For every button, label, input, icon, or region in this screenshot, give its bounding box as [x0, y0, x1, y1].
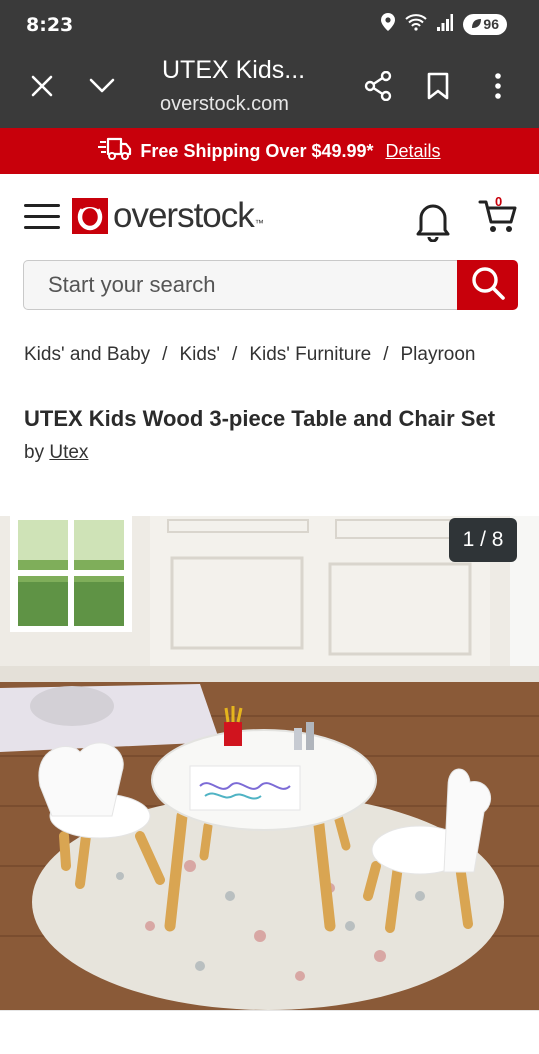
- breadcrumb-item[interactable]: Kids' and Baby: [24, 344, 150, 366]
- signal-icon: [437, 13, 454, 36]
- status-bar: 8:23 96: [0, 0, 539, 48]
- status-time: 8:23: [26, 14, 74, 36]
- breadcrumb-separator: /: [162, 344, 168, 365]
- battery-level: 96: [483, 16, 499, 32]
- breadcrumb-separator: /: [232, 344, 238, 365]
- search-button[interactable]: [457, 260, 518, 310]
- location-icon: [381, 12, 396, 36]
- battery-indicator: 96: [463, 13, 507, 35]
- content-continuation: [0, 1010, 539, 1054]
- close-icon: [31, 75, 53, 102]
- brand-prefix: by: [24, 442, 45, 463]
- product-image[interactable]: [0, 516, 539, 1010]
- truck-icon: [98, 136, 132, 167]
- logo-text: overstock: [113, 196, 255, 235]
- breadcrumb-separator: /: [383, 344, 389, 365]
- site-header: overstock ™ 0: [0, 174, 539, 254]
- breadcrumb-item[interactable]: Playroon: [401, 344, 476, 366]
- image-counter: 1 / 8: [449, 518, 517, 562]
- browser-toolbar: UTEX Kids... overstock.com: [0, 48, 539, 128]
- product-title: UTEX Kids Wood 3-piece Table and Chair S…: [24, 406, 496, 431]
- overstock-logo[interactable]: overstock ™: [72, 196, 264, 236]
- brand-link[interactable]: Utex: [49, 442, 88, 463]
- product-photo: [0, 516, 539, 1010]
- share-icon: [364, 70, 392, 106]
- search-icon: [471, 266, 505, 305]
- logo-mark-icon: [72, 198, 108, 234]
- brand-line: by Utex: [24, 442, 88, 464]
- search-bar: [23, 260, 518, 310]
- bell-icon: [414, 204, 452, 246]
- cart-icon: [478, 200, 518, 240]
- expand-button[interactable]: [80, 66, 124, 110]
- promo-text: Free Shipping Over $49.99*: [140, 140, 374, 161]
- breadcrumb-item[interactable]: Kids': [179, 344, 220, 366]
- chevron-down-icon: [89, 78, 115, 99]
- share-button[interactable]: [356, 66, 400, 110]
- free-shipping-banner: Free Shipping Over $49.99* Details: [0, 128, 539, 174]
- breadcrumb: Kids' and Baby / Kids' / Kids' Furniture…: [24, 344, 476, 366]
- leaf-icon: [471, 16, 482, 32]
- notifications-button[interactable]: [414, 200, 452, 243]
- menu-icon: [24, 204, 60, 207]
- page-url[interactable]: overstock.com: [160, 93, 320, 116]
- cart-button[interactable]: 0: [478, 194, 518, 236]
- search-input[interactable]: [23, 260, 459, 310]
- menu-button[interactable]: [24, 204, 60, 230]
- promo-details-link[interactable]: Details: [386, 141, 441, 162]
- more-vertical-icon: [495, 72, 501, 104]
- status-icons: 96: [381, 12, 507, 36]
- wifi-icon: [405, 13, 428, 36]
- bookmark-icon: [427, 72, 449, 105]
- trademark-icon: ™: [254, 218, 264, 228]
- cart-count-badge: 0: [495, 194, 503, 209]
- more-options-button[interactable]: [476, 66, 520, 110]
- breadcrumb-item[interactable]: Kids' Furniture: [249, 344, 371, 366]
- close-tab-button[interactable]: [20, 66, 64, 110]
- page-title: UTEX Kids...: [162, 56, 306, 84]
- bookmark-button[interactable]: [416, 66, 460, 110]
